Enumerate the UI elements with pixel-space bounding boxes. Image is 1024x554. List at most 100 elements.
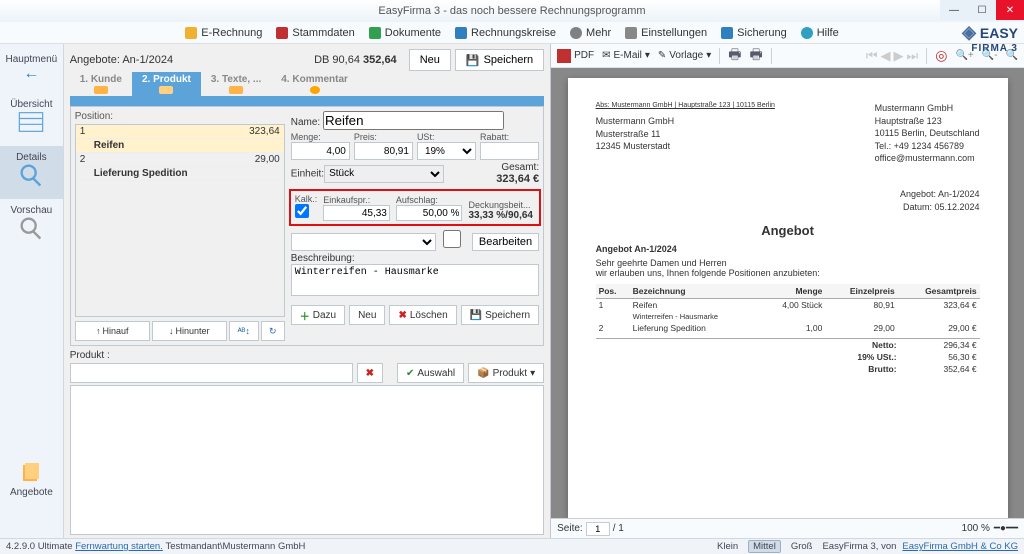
clear-icon: ✖ xyxy=(366,368,374,379)
positions-label: Position: xyxy=(75,111,285,122)
target-icon[interactable]: ◎ xyxy=(935,47,947,64)
move-up-button[interactable]: ↑ Hinauf xyxy=(75,321,150,341)
speichern-button[interactable]: 💾Speichern xyxy=(461,305,539,325)
rabatt-input[interactable] xyxy=(480,142,539,160)
edit-icon: ✎ xyxy=(658,50,666,61)
aufschlag-input[interactable] xyxy=(396,205,463,221)
tab-kunde[interactable]: 1. Kunde xyxy=(70,72,132,96)
ust-select[interactable]: 19% xyxy=(417,142,476,160)
vendor-link[interactable]: EasyFirma GmbH & Co KG xyxy=(902,541,1018,552)
kalkulation-row: Kalk.: Einkaufspr.: Aufschlag: Deckungsb… xyxy=(289,189,541,226)
window-title: EasyFirma 3 - das noch bessere Rechnungs… xyxy=(0,5,1024,17)
doc-header: Angebote: An-1/2024 DB 90,64 352,64 Neu … xyxy=(70,48,544,72)
preis-input[interactable] xyxy=(354,142,413,160)
maximize-button[interactable]: ☐ xyxy=(968,0,996,20)
bearbeiten-button[interactable]: Bearbeiten xyxy=(472,233,539,251)
menu-mehr[interactable]: Mehr xyxy=(570,27,611,39)
nav-vorschau[interactable]: Vorschau xyxy=(0,199,63,252)
fernwartung-link[interactable]: Fernwartung starten. xyxy=(75,541,163,552)
invoice-totals: Netto:296,34 € 19% USt.:56,30 € Brutto:3… xyxy=(596,338,980,375)
produkt-section: Produkt : ✖ ✔Auswahl 📦Produkt ▾ xyxy=(70,350,544,535)
tb-pdf[interactable]: PDF xyxy=(557,49,594,63)
aux-checkbox[interactable] xyxy=(440,230,464,248)
detail-form: Name: Menge: Preis: USt:19% Rabatt: Einh… xyxy=(291,111,539,341)
name-input[interactable] xyxy=(323,111,504,130)
company-block: Mustermann GmbH Hauptstraße 123 10115 Be… xyxy=(875,102,980,165)
refresh-button[interactable]: ↻ xyxy=(261,321,285,341)
print-icon[interactable]: 🖶 xyxy=(728,44,741,68)
next-page-icon[interactable]: ▶ xyxy=(894,48,904,64)
sort-button[interactable]: ᴬᴮ↕ xyxy=(229,321,259,341)
table-row: 1Reifen4,00 Stück80,91323,64 € xyxy=(596,298,980,311)
loeschen-button[interactable]: ✖Löschen xyxy=(389,305,456,325)
preview-body[interactable]: Mustermann GmbH Hauptstraße 123 10115 Be… xyxy=(551,68,1024,518)
preview-toolbar: PDF ✉E-Mail ▾ ✎Vorlage ▾ 🖶 🖶 ⏮ ◀ ▶ ⏭ ◎ 🔍… xyxy=(551,44,1024,68)
produkt-search-input[interactable] xyxy=(70,363,353,383)
positions-list[interactable]: 1323,64 Reifen 229,00 Lieferung Speditio… xyxy=(75,124,285,317)
neu-button[interactable]: Neu xyxy=(349,305,385,325)
menu-stammdaten[interactable]: Stammdaten xyxy=(276,27,354,39)
position-row[interactable]: Lieferung Spedition xyxy=(76,167,284,181)
tb-vorlage[interactable]: ✎Vorlage ▾ xyxy=(658,50,711,61)
close-button[interactable]: ✕ xyxy=(996,0,1024,20)
size-gross[interactable]: Groß xyxy=(787,541,817,552)
menu-rechnungskreise[interactable]: Rechnungskreise xyxy=(455,27,556,39)
menu-einstellungen[interactable]: Einstellungen xyxy=(625,27,707,39)
nav-angebote[interactable]: Angebote xyxy=(0,455,63,508)
tab-kommentar[interactable]: 4. Kommentar xyxy=(271,72,358,96)
menu-hilfe[interactable]: Hilfe xyxy=(801,27,839,39)
title-bar: EasyFirma 3 - das noch bessere Rechnungs… xyxy=(0,0,1024,22)
dazu-button[interactable]: ＋Dazu xyxy=(291,305,345,325)
doc-id: Angebote: An-1/2024 xyxy=(70,54,314,66)
produkt-grid[interactable] xyxy=(70,385,544,535)
tab-produkt[interactable]: 2. Produkt xyxy=(132,72,201,96)
print2-icon[interactable]: 🖶 xyxy=(749,44,762,68)
move-down-button[interactable]: ↓ Hinunter xyxy=(152,321,227,341)
einkauf-input[interactable] xyxy=(323,205,390,221)
auswahl-button[interactable]: ✔Auswahl xyxy=(397,363,464,383)
zoom-value: 100 % xyxy=(962,523,990,534)
page-input[interactable] xyxy=(586,522,610,536)
menu-sicherung[interactable]: Sicherung xyxy=(721,27,787,39)
produkt-label: Produkt : xyxy=(70,350,544,361)
group-select[interactable] xyxy=(291,233,436,251)
preview-footer: Seite:/ 1 100 %━●━━ xyxy=(551,518,1024,538)
beschreibung-input[interactable]: Winterreifen - Hausmarke xyxy=(291,264,539,296)
nav-uebersicht[interactable]: Übersicht xyxy=(0,93,63,146)
einheit-select[interactable]: Stück xyxy=(324,165,444,183)
deckung-value: 33,33 %/90,64 xyxy=(468,210,535,221)
zoom-slider[interactable]: ━●━━ xyxy=(994,523,1018,534)
save-doc-button[interactable]: 💾Speichern xyxy=(455,49,544,71)
size-mittel[interactable]: Mittel xyxy=(748,540,781,553)
positions-panel: Position: 1323,64 Reifen 229,00 Lieferun… xyxy=(75,111,285,341)
preview-pane: PDF ✉E-Mail ▾ ✎Vorlage ▾ 🖶 🖶 ⏮ ◀ ▶ ⏭ ◎ 🔍… xyxy=(550,44,1024,538)
position-row[interactable]: Reifen xyxy=(76,139,284,153)
table-row: 2Lieferung Spedition1,0029,0029,00 € xyxy=(596,322,980,334)
pdf-icon xyxy=(557,49,571,63)
kalk-checkbox[interactable] xyxy=(295,204,309,218)
produkt-clear-button[interactable]: ✖ xyxy=(357,363,383,383)
tab-texte[interactable]: 3. Texte, ... xyxy=(201,72,271,96)
nav-details[interactable]: Details xyxy=(0,146,63,199)
last-page-icon[interactable]: ⏭ xyxy=(907,48,919,64)
minimize-button[interactable]: — xyxy=(940,0,968,20)
nav-hauptmenu[interactable]: Hauptmenü← xyxy=(0,48,63,93)
position-row[interactable]: 229,00 xyxy=(76,153,284,167)
brand-logo: ◈ EASYFIRMA 3 xyxy=(962,24,1018,53)
editor: Position: 1323,64 Reifen 229,00 Lieferun… xyxy=(70,106,544,346)
new-doc-button[interactable]: Neu xyxy=(409,49,451,71)
size-klein[interactable]: Klein xyxy=(713,541,742,552)
left-nav: Hauptmenü← Übersicht Details Vorschau An… xyxy=(0,44,64,538)
menge-input[interactable] xyxy=(291,142,350,160)
first-page-icon[interactable]: ⏮ xyxy=(866,48,878,64)
tb-email[interactable]: ✉E-Mail ▾ xyxy=(602,50,650,61)
produkt-button[interactable]: 📦Produkt ▾ xyxy=(468,363,544,383)
position-row[interactable]: 1323,64 xyxy=(76,125,284,139)
tabs: 1. Kunde 2. Produkt 3. Texte, ... 4. Kom… xyxy=(70,72,544,106)
menu-erechnung[interactable]: E-Rechnung xyxy=(185,27,262,39)
invoice-subtitle: Angebot An-1/2024 xyxy=(596,244,980,254)
menu-dokumente[interactable]: Dokumente xyxy=(369,27,441,39)
prev-page-icon[interactable]: ◀ xyxy=(881,48,891,64)
save-icon: 💾 xyxy=(466,54,480,67)
gesamt-value: 323,64 € xyxy=(496,173,539,185)
